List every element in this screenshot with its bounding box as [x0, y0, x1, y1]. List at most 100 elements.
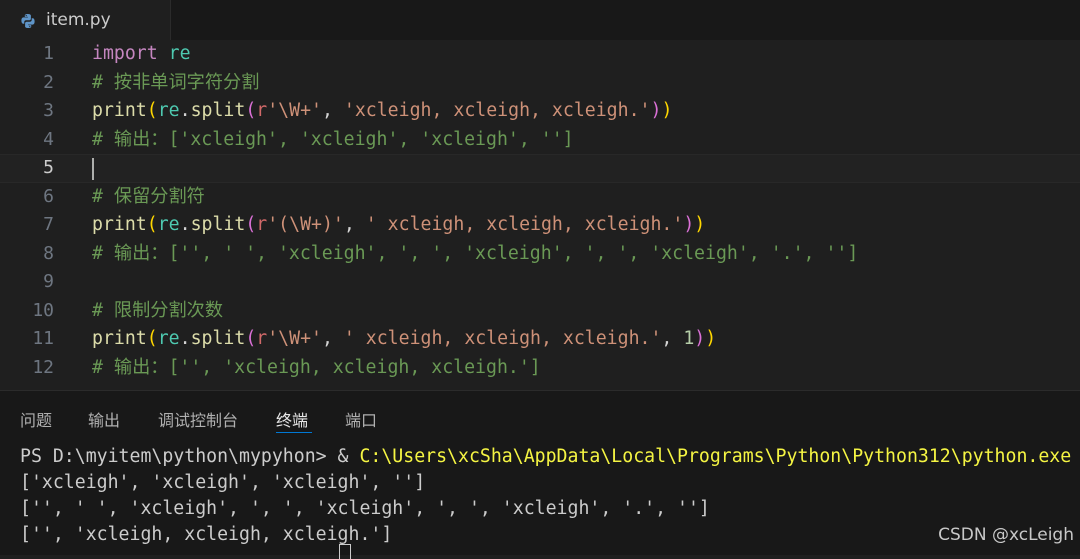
line-number: 10	[32, 299, 54, 321]
code-token: r	[256, 214, 268, 235]
terminal-output-line: ['', ' ', 'xcleigh', ', ', 'xcleigh', ',…	[20, 498, 710, 519]
line-number: 4	[43, 128, 54, 150]
code-token: # 按非单词字符分割	[92, 71, 260, 93]
code-line[interactable]: 9	[0, 268, 1080, 297]
tab-filename: item.py	[46, 10, 111, 30]
code-token: '(\W+)'	[267, 214, 344, 235]
code-text: print(re.split(r'\W+', 'xcleigh, xcleigh…	[92, 97, 672, 126]
code-line[interactable]: 10 # 限制分割次数	[0, 297, 1080, 326]
code-line[interactable]: 1 import re	[0, 40, 1080, 69]
code-token: r	[256, 100, 268, 121]
code-token: re	[168, 43, 191, 64]
code-token: print	[92, 100, 147, 121]
code-token: split	[190, 214, 246, 235]
code-line[interactable]: 2 # 按非单词字符分割	[0, 69, 1080, 98]
code-token: '\W+'	[267, 328, 322, 349]
code-token: 1	[683, 328, 695, 349]
tab-divider	[170, 0, 171, 40]
code-token: .	[179, 100, 191, 121]
code-token: (	[146, 214, 158, 235]
line-number: 11	[32, 328, 54, 349]
terminal-output-line: ['', 'xcleigh, xcleigh, xcleigh.']	[20, 524, 393, 545]
code-token: .	[179, 328, 191, 349]
line-number: 3	[43, 100, 54, 121]
code-token: (	[146, 328, 158, 349]
code-token: split	[190, 328, 246, 349]
code-line[interactable]: 6 # 保留分割符	[0, 183, 1080, 212]
code-token: )	[661, 100, 673, 121]
line-number: 5	[43, 157, 54, 178]
code-line[interactable]: 5	[0, 154, 1080, 183]
tab-output[interactable]: 输出	[88, 407, 120, 431]
code-token: )	[650, 100, 662, 121]
terminal-command-line[interactable]: PS D:\myitem\python\mypyhon> & C:\Users\…	[20, 444, 1071, 470]
code-text: print(re.split(r'\W+', ' xcleigh, xcleig…	[92, 325, 716, 354]
code-text: print(re.split(r'(\W+)', ' xcleigh, xcle…	[92, 211, 705, 240]
code-token: ' xcleigh, xcleigh, xcleigh.'	[365, 214, 684, 235]
active-tab-indicator	[276, 432, 312, 433]
code-token: ,	[321, 328, 344, 349]
terminal-output-line: ['xcleigh', 'xcleigh', 'xcleigh', '']	[20, 472, 426, 493]
code-token: '\W+'	[267, 100, 322, 121]
line-number: 9	[43, 271, 54, 292]
tab-ports[interactable]: 端口	[345, 407, 377, 431]
tab-debug-console[interactable]: 调试控制台	[158, 407, 238, 431]
code-token: ,	[343, 214, 366, 235]
code-token: r	[256, 328, 268, 349]
code-text: # 限制分割次数	[92, 297, 223, 326]
line-number: 6	[43, 185, 54, 207]
terminal-command: C:\Users\xcSha\AppData\Local\Programs\Py…	[359, 446, 1072, 467]
code-token: re	[157, 328, 180, 349]
code-token: print	[92, 214, 147, 235]
bottom-panel: 问题 输出 调试控制台 终端 端口 PS D:\myitem\python\my…	[0, 391, 1080, 559]
code-token: import	[92, 43, 158, 64]
code-editor[interactable]: 1 import re 2 # 按非单词字符分割 3 print(re.split(r'\…	[0, 40, 1080, 390]
code-text: # 输出：['', 'xcleigh, xcleigh, xcleigh.']	[92, 354, 541, 383]
code-line[interactable]: 8 # 输出：['', ' ', 'xcleigh', ', ', 'xcleig…	[0, 240, 1080, 269]
text-cursor	[92, 158, 94, 180]
line-number: 12	[32, 356, 54, 378]
code-token: )	[694, 214, 706, 235]
code-token: print	[92, 328, 147, 349]
terminal-prompt: PS D:\myitem\python\mypyhon> &	[20, 446, 360, 467]
code-token: re	[157, 100, 180, 121]
editor-tab-item-py[interactable]: item.py	[0, 0, 170, 40]
code-token: split	[190, 100, 246, 121]
tab-terminal[interactable]: 终端	[276, 407, 308, 431]
code-line[interactable]: 11 print(re.split(r'\W+', ' xcleigh, xcle…	[0, 325, 1080, 354]
code-token: (	[245, 100, 257, 121]
code-line[interactable]: 4 # 输出：['xcleigh', 'xcleigh', 'xcleigh', …	[0, 126, 1080, 155]
line-number: 7	[43, 214, 54, 235]
code-text: # 输出：['xcleigh', 'xcleigh', 'xcleigh', '…	[92, 126, 574, 155]
code-token: # 保留分割符	[92, 185, 205, 207]
python-icon	[21, 14, 35, 28]
code-token: ' xcleigh, xcleigh, xcleigh.'	[343, 328, 662, 349]
code-text: # 输出：['', ' ', 'xcleigh', ', ', 'xcleigh…	[92, 240, 858, 269]
tab-problems[interactable]: 问题	[20, 407, 52, 431]
code-line[interactable]: 7 print(re.split(r'(\W+)', ' xcleigh, xcl…	[0, 211, 1080, 240]
code-token: .	[179, 214, 191, 235]
code-token: # 输出：['', 'xcleigh, xcleigh, xcleigh.']	[92, 356, 541, 378]
code-text: # 按非单词字符分割	[92, 69, 259, 98]
code-token: 'xcleigh, xcleigh, xcleigh.'	[343, 100, 651, 121]
code-token: # 输出：['', ' ', 'xcleigh', ', ', 'xcleigh…	[92, 242, 859, 264]
code-line[interactable]: 12 # 输出：['', 'xcleigh, xcleigh, xcleigh.'…	[0, 354, 1080, 383]
code-token: (	[245, 214, 257, 235]
code-token: ,	[321, 100, 344, 121]
terminal-cursor	[339, 544, 351, 559]
code-token: ,	[661, 328, 684, 349]
code-token: )	[683, 214, 695, 235]
code-token: re	[157, 214, 180, 235]
code-token: )	[705, 328, 717, 349]
code-token: # 限制分割次数	[92, 299, 224, 321]
code-line[interactable]: 3 print(re.split(r'\W+', 'xcleigh, xcleig…	[0, 97, 1080, 126]
code-text: import re	[92, 40, 191, 69]
code-token: # 输出：['xcleigh', 'xcleigh', 'xcleigh', '…	[92, 128, 574, 150]
line-number: 2	[43, 71, 54, 93]
code-token: (	[146, 100, 158, 121]
code-token: (	[245, 328, 257, 349]
editor-tab-bar: item.py	[0, 0, 1080, 40]
line-number: 1	[43, 43, 54, 64]
code-text: # 保留分割符	[92, 183, 205, 212]
